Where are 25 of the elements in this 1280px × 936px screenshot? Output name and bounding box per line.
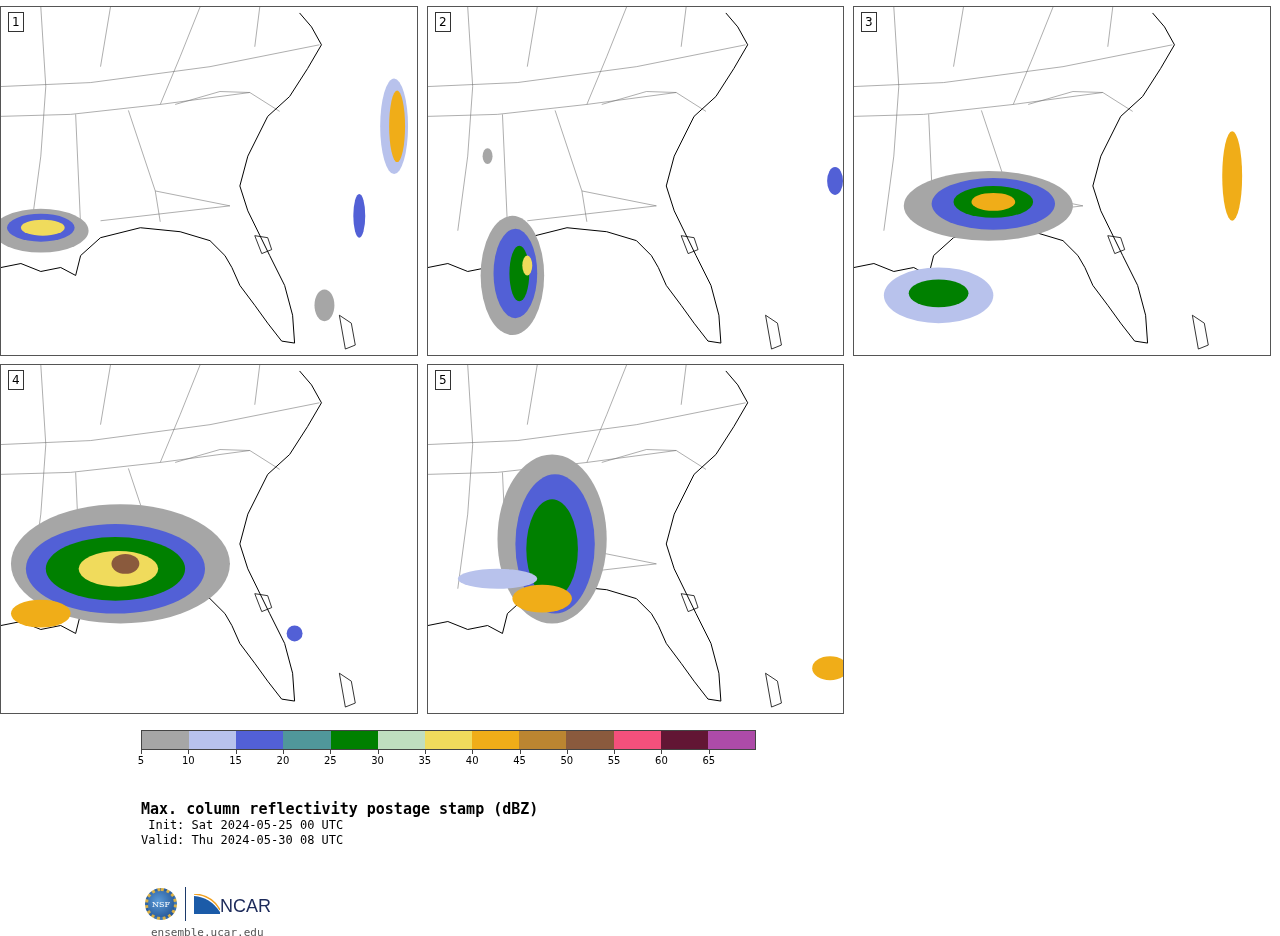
- panel-number: 1: [8, 12, 24, 32]
- scale-tick-label: 50: [559, 755, 575, 766]
- scale-tick-label: 60: [654, 755, 669, 766]
- scale-tick-label: 10: [180, 755, 196, 766]
- scale-tick-label: 20: [275, 755, 291, 766]
- scale-tick-label: 25: [322, 755, 338, 766]
- panel-number: 4: [8, 370, 24, 390]
- plot-title: Max. column reflectivity postage stamp (dBZ): [141, 800, 540, 818]
- scale-tick-label: 5: [136, 755, 146, 766]
- panel-number: 3: [861, 12, 877, 32]
- scale-tick-label: 45: [512, 755, 527, 766]
- ncar-emblem-icon: [194, 894, 220, 914]
- site-url: ensemble.ucar.edu: [151, 926, 265, 936]
- nsf-logo: NSF: [145, 888, 177, 920]
- init-time: Init: Sat 2024-05-25 00 UTC: [147, 818, 345, 833]
- scale-tick-label: 30: [370, 755, 385, 766]
- ncar-logo-text: NCAR: [220, 895, 271, 917]
- scale-tick-label: 15: [228, 755, 243, 766]
- scale-tick-label: 35: [417, 755, 433, 766]
- panel-number: 5: [435, 370, 451, 390]
- scale-tick-label: 55: [606, 755, 622, 766]
- panel-number: 2: [435, 12, 451, 32]
- valid-time: Valid: Thu 2024-05-30 08 UTC: [141, 833, 345, 848]
- scale-tick-label: 40: [464, 755, 480, 766]
- scale-tick-label: 65: [701, 755, 717, 766]
